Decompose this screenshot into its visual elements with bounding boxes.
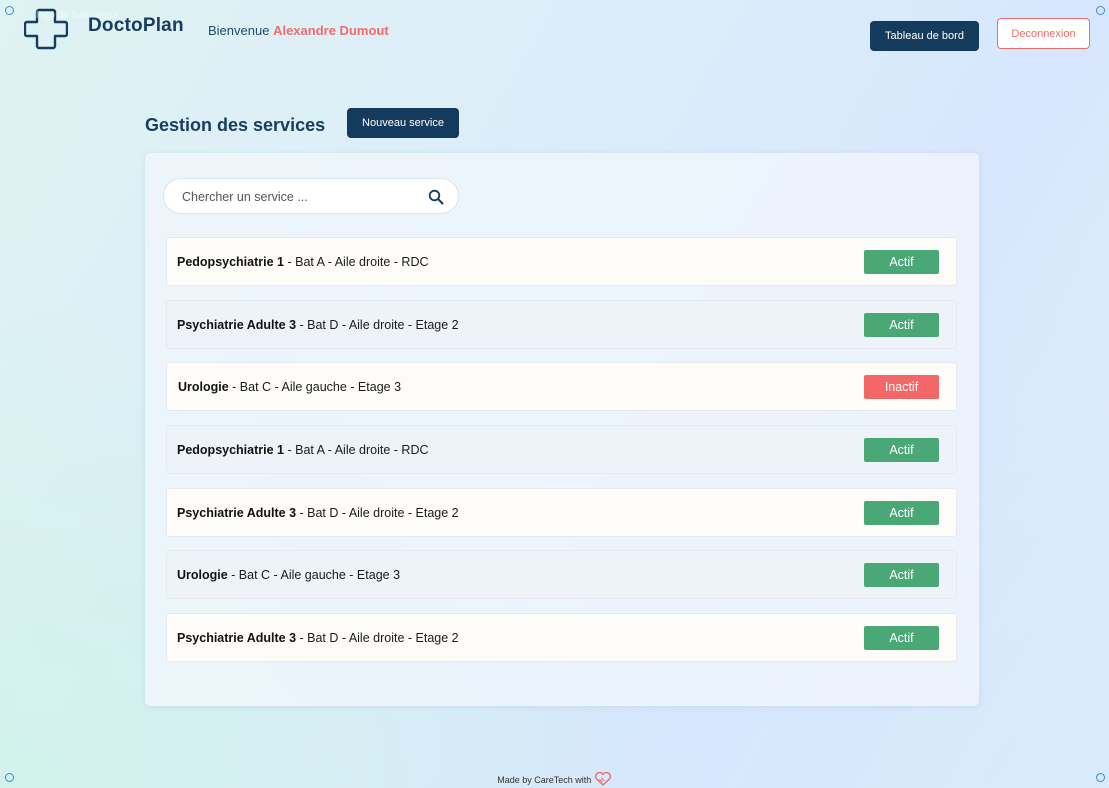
search-icon[interactable] <box>428 189 444 205</box>
welcome-message: Bienvenue Alexandre Dumout <box>208 23 389 38</box>
heart-icon <box>594 772 611 786</box>
footer-text: Made by CareTech with <box>497 775 592 785</box>
status-badge[interactable]: Inactif <box>864 374 939 399</box>
service-name: Psychiatrie Adulte 3 <box>177 317 297 332</box>
status-badge[interactable]: Actif <box>864 562 939 587</box>
service-details: - Bat D - Aile droite - Etage 2 <box>296 505 459 520</box>
service-row[interactable]: Pedopsychiatrie 1 - Bat A - Aile droite … <box>166 425 957 474</box>
service-row[interactable]: Psychiatrie Adulte 3 - Bat D - Aile droi… <box>166 488 957 537</box>
search-bar[interactable] <box>163 178 459 215</box>
logout-button[interactable]: Deconnexion <box>997 18 1090 49</box>
service-name: Pedopsychiatrie 1 <box>177 442 284 457</box>
service-details: - Bat D - Aile droite - Etage 2 <box>296 317 459 332</box>
service-label: Urologie - Bat C - Aile gauche - Etage 3 <box>178 380 401 394</box>
services-panel: Pedopsychiatrie 1 - Bat A - Aile droite … <box>145 153 979 706</box>
new-service-button[interactable]: Nouveau service <box>347 108 459 138</box>
service-label: Psychiatrie Adulte 3 - Bat D - Aile droi… <box>177 631 459 645</box>
service-label: Urologie - Bat C - Aile gauche - Etage 3 <box>177 568 400 582</box>
search-input[interactable] <box>180 179 424 215</box>
status-badge[interactable]: Actif <box>864 249 939 274</box>
service-name: Psychiatrie Adulte 3 <box>177 505 297 520</box>
resize-handle-top-left[interactable] <box>5 6 14 15</box>
service-details: - Bat A - Aile droite - RDC <box>284 254 429 269</box>
service-details: - Bat A - Aile droite - RDC <box>284 442 429 457</box>
service-name: Psychiatrie Adulte 3 <box>177 630 297 645</box>
service-details: - Bat C - Aile gauche - Etage 3 <box>227 567 401 582</box>
page-title: Gestion des services <box>145 115 326 135</box>
dashboard-button[interactable]: Tableau de bord <box>870 21 979 51</box>
user-name: Alexandre Dumout <box>273 23 389 38</box>
service-name: Urologie <box>177 567 228 582</box>
welcome-prefix: Bienvenue <box>208 23 270 38</box>
service-row[interactable]: Urologie - Bat C - Aile gauche - Etage 3… <box>166 362 957 411</box>
status-badge[interactable]: Actif <box>864 625 939 650</box>
service-name: Urologie <box>178 379 229 394</box>
service-label: Pedopsychiatrie 1 - Bat A - Aile droite … <box>177 255 429 269</box>
service-row[interactable]: Pedopsychiatrie 1 - Bat A - Aile droite … <box>166 237 957 286</box>
status-badge[interactable]: Actif <box>864 437 939 462</box>
service-details: - Bat D - Aile droite - Etage 2 <box>296 630 459 645</box>
status-badge[interactable]: Actif <box>864 500 939 525</box>
service-details: - Bat C - Aile gauche - Etage 3 <box>228 379 402 394</box>
service-row[interactable]: Psychiatrie Adulte 3 - Bat D - Aile droi… <box>166 300 957 349</box>
service-row[interactable]: Urologie - Bat C - Aile gauche - Etage 3… <box>166 550 957 599</box>
footer: Made by CareTech with <box>0 772 1109 786</box>
service-row[interactable]: Psychiatrie Adulte 3 - Bat D - Aile droi… <box>166 613 957 662</box>
status-badge[interactable]: Actif <box>864 312 939 337</box>
service-label: Pedopsychiatrie 1 - Bat A - Aile droite … <box>177 443 429 457</box>
resize-handle-top-right[interactable] <box>1096 6 1105 15</box>
service-label: Psychiatrie Adulte 3 - Bat D - Aile droi… <box>177 506 459 520</box>
service-name: Pedopsychiatrie 1 <box>177 254 284 269</box>
brand-name[interactable]: DoctoPlan <box>88 15 184 37</box>
service-label: Psychiatrie Adulte 3 - Bat D - Aile droi… <box>177 318 459 332</box>
